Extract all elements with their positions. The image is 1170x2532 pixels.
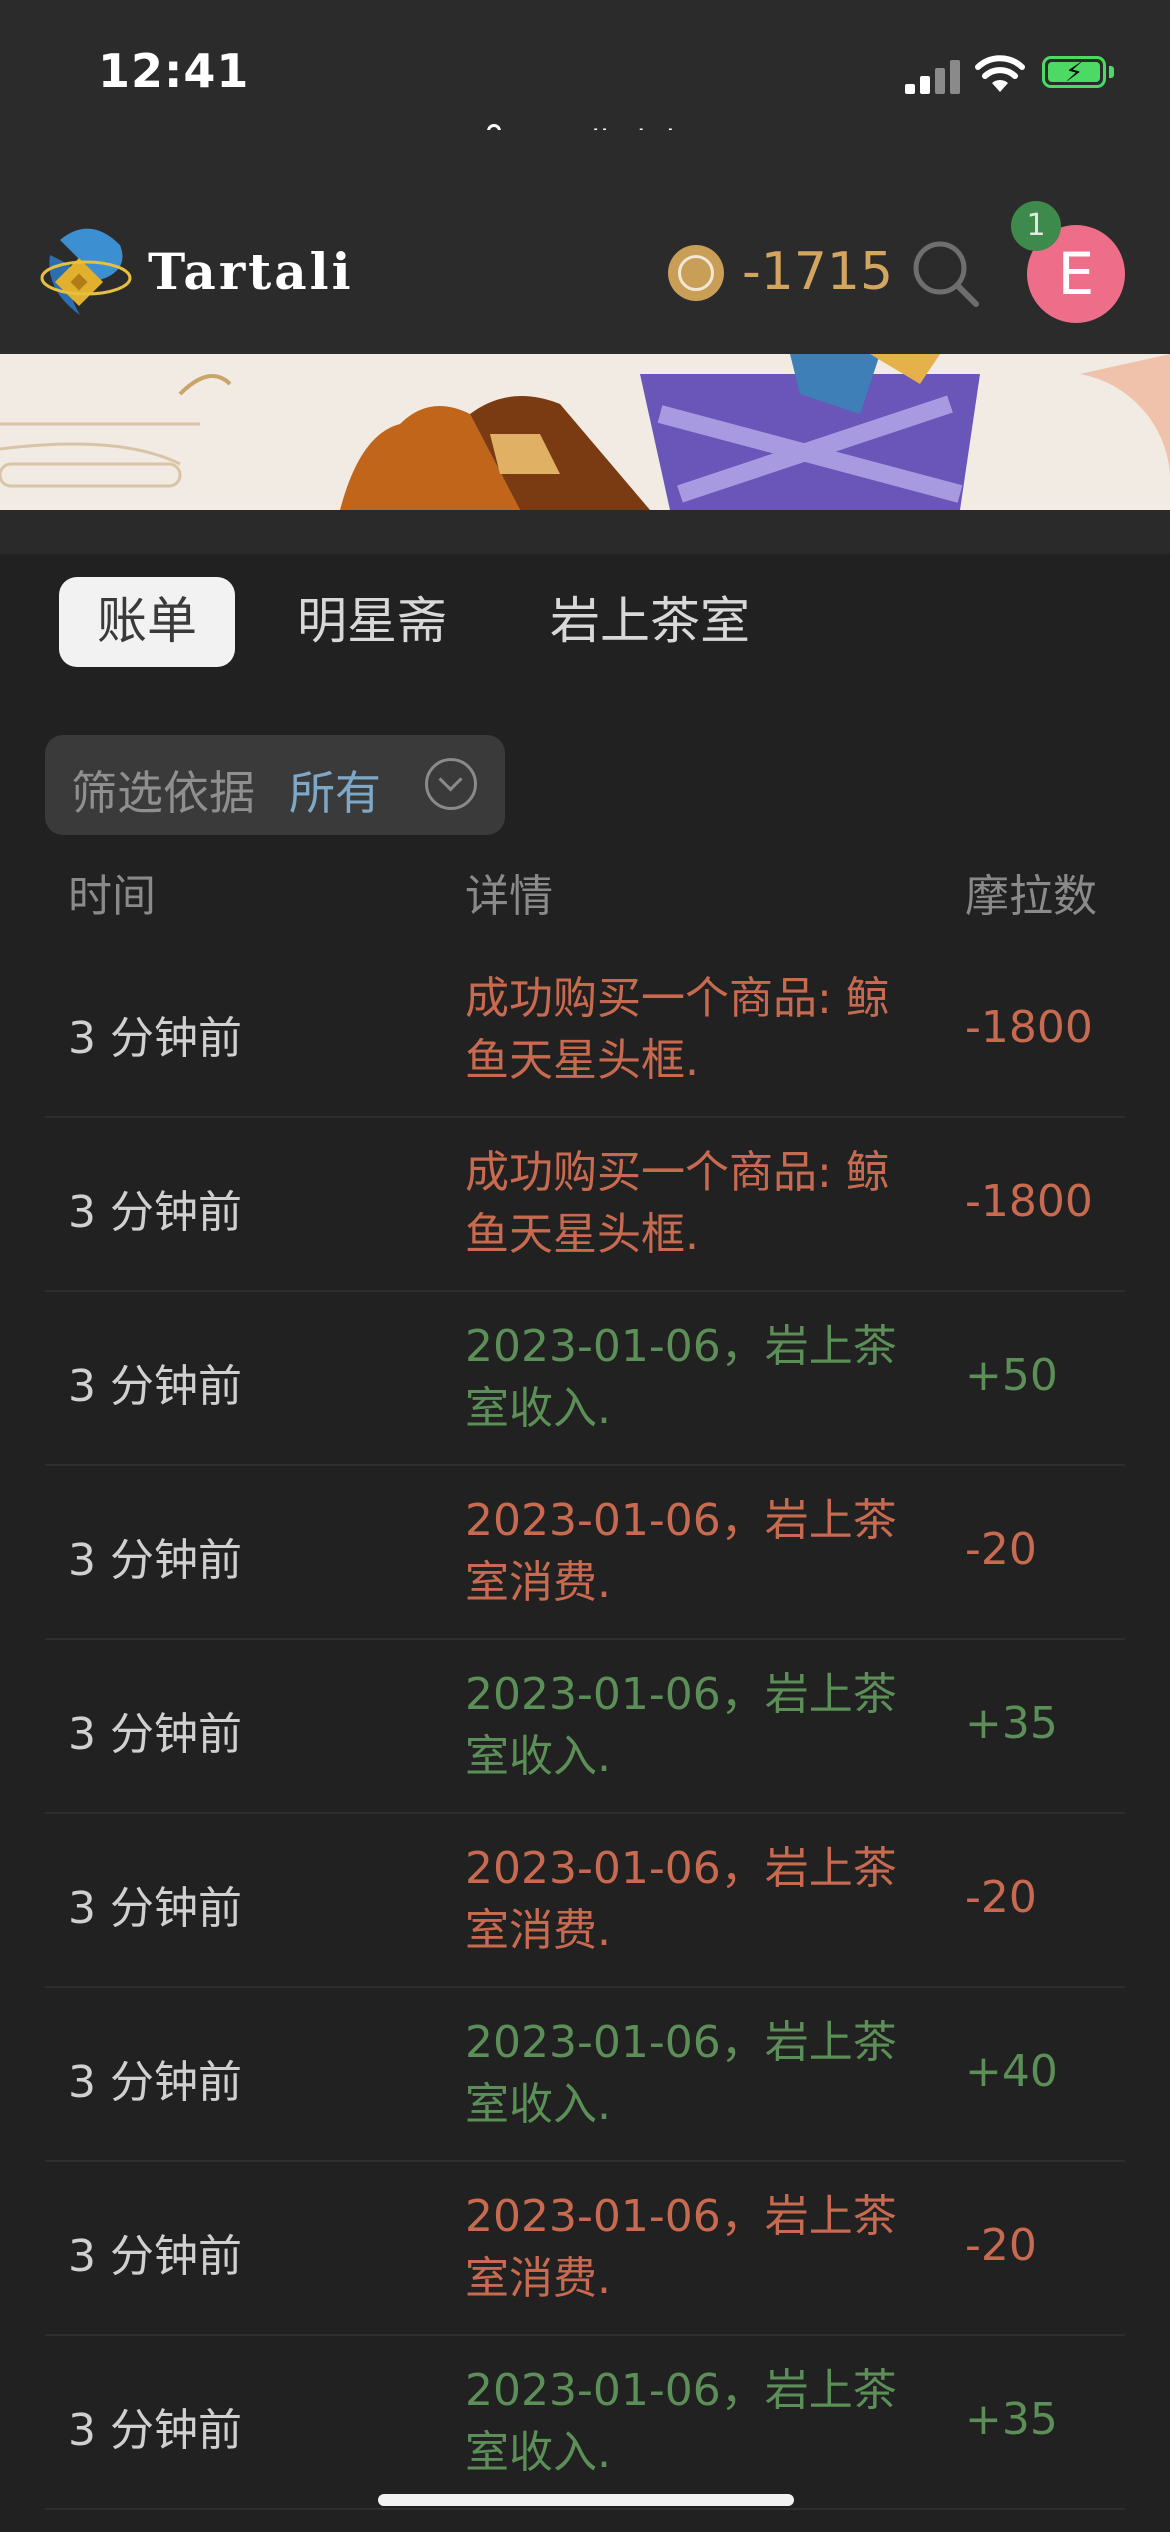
row-detail: 成功购买一个商品: 鲸鱼天星头框. — [465, 973, 890, 1086]
home-indicator[interactable] — [378, 2494, 794, 2506]
column-detail: 详情 — [465, 871, 553, 922]
filter-dropdown[interactable]: 筛选依据 所有 — [45, 735, 505, 835]
brand-name[interactable]: Tartali — [148, 242, 354, 301]
banner-illustration — [0, 354, 1170, 510]
wifi-icon — [975, 55, 1025, 92]
tab-teahouse[interactable]: 岩上茶室 — [535, 577, 765, 667]
notification-badge[interactable]: 1 — [1011, 201, 1061, 251]
row-time: 3 分钟前 — [68, 1187, 242, 1238]
row-amount: +35 — [965, 1698, 1058, 1749]
row-amount: -20 — [965, 1524, 1037, 1575]
table-row: 3 分钟前 2023-01-06，岩上茶室消费. -20 — [45, 1814, 1125, 1988]
banner-image — [0, 354, 1170, 510]
table-row: 3 分钟前 2023-01-06，岩上茶室消费. -20 — [45, 1466, 1125, 1640]
battery-icon: ⚡ — [1042, 56, 1106, 88]
row-detail: 2023-01-06，岩上茶室收入. — [465, 2365, 897, 2478]
table-row: 3 分钟前 2023-01-06，岩上茶室收入. +35 — [45, 2336, 1125, 2510]
mora-coin-icon — [668, 245, 724, 301]
table-row: 3 分钟前 2023-01-06，岩上茶室收入. +35 — [45, 1640, 1125, 1814]
row-amount: +50 — [965, 1350, 1058, 1401]
table-row: 3 分钟前 成功购买一个商品: 鲸鱼天星头框. -1800 — [45, 944, 1125, 1118]
row-time: 3 分钟前 — [68, 2405, 242, 2456]
row-detail: 2023-01-06，岩上茶室收入. — [465, 1321, 897, 1434]
row-time: 3 分钟前 — [68, 2231, 242, 2282]
site-header: Tartali -1715 E 1 — [0, 130, 1170, 354]
row-detail: 2023-01-06，岩上茶室消费. — [465, 1843, 897, 1956]
row-detail: 2023-01-06，岩上茶室收入. — [465, 2017, 897, 2130]
row-amount: -1800 — [965, 1176, 1093, 1227]
logo-icon[interactable] — [40, 220, 132, 320]
section-divider — [0, 510, 1170, 554]
tab-star-shop[interactable]: 明星斋 — [280, 577, 464, 667]
row-amount: -1800 — [965, 1002, 1093, 1053]
battery-tip — [1109, 66, 1114, 78]
table-row: 3 分钟前 2023-01-06，岩上茶室收入. +40 — [45, 1988, 1125, 2162]
table-row: 3 分钟前 2023-01-06，岩上茶室消费. -20 — [45, 2162, 1125, 2336]
mora-balance: -1715 — [742, 242, 894, 302]
status-bar: 12:41 ⚡ tartali.club — [0, 0, 1170, 161]
tab-bar: 账单 明星斋 岩上茶室 — [0, 554, 1170, 714]
status-time: 12:41 — [98, 44, 250, 98]
cellular-signal-icon — [905, 58, 961, 94]
row-amount: +40 — [965, 2046, 1058, 2097]
row-amount: -20 — [965, 2220, 1037, 2271]
chevron-down-icon — [425, 758, 477, 810]
row-time: 3 分钟前 — [68, 1361, 242, 1412]
column-time: 时间 — [68, 871, 156, 922]
search-icon[interactable] — [910, 238, 980, 308]
row-time: 3 分钟前 — [68, 1535, 242, 1586]
row-amount: +35 — [965, 2394, 1058, 2445]
row-time: 3 分钟前 — [68, 1883, 242, 1934]
row-detail: 2023-01-06，岩上茶室消费. — [465, 1495, 897, 1608]
row-detail: 2023-01-06，岩上茶室消费. — [465, 2191, 897, 2304]
filter-label: 筛选依据 — [71, 766, 255, 820]
tab-bill[interactable]: 账单 — [59, 577, 235, 667]
table-row: 3 分钟前 2023-01-06，岩上茶室收入. +50 — [45, 1292, 1125, 1466]
column-amount: 摩拉数 — [965, 871, 1097, 922]
row-detail: 2023-01-06，岩上茶室收入. — [465, 1669, 897, 1782]
row-time: 3 分钟前 — [68, 1013, 242, 1064]
table-row: 3 分钟前 成功购买一个商品: 鲸鱼天星头框. -1800 — [45, 1118, 1125, 1292]
row-amount: -20 — [965, 1872, 1037, 1923]
table-header: 时间 详情 摩拉数 — [0, 850, 1170, 930]
filter-value: 所有 — [289, 766, 381, 820]
row-time: 3 分钟前 — [68, 2057, 242, 2108]
row-detail: 成功购买一个商品: 鲸鱼天星头框. — [465, 1147, 890, 1260]
row-time: 3 分钟前 — [68, 1709, 242, 1760]
transaction-list: 3 分钟前 成功购买一个商品: 鲸鱼天星头框. -1800 3 分钟前 成功购买… — [45, 944, 1125, 2510]
